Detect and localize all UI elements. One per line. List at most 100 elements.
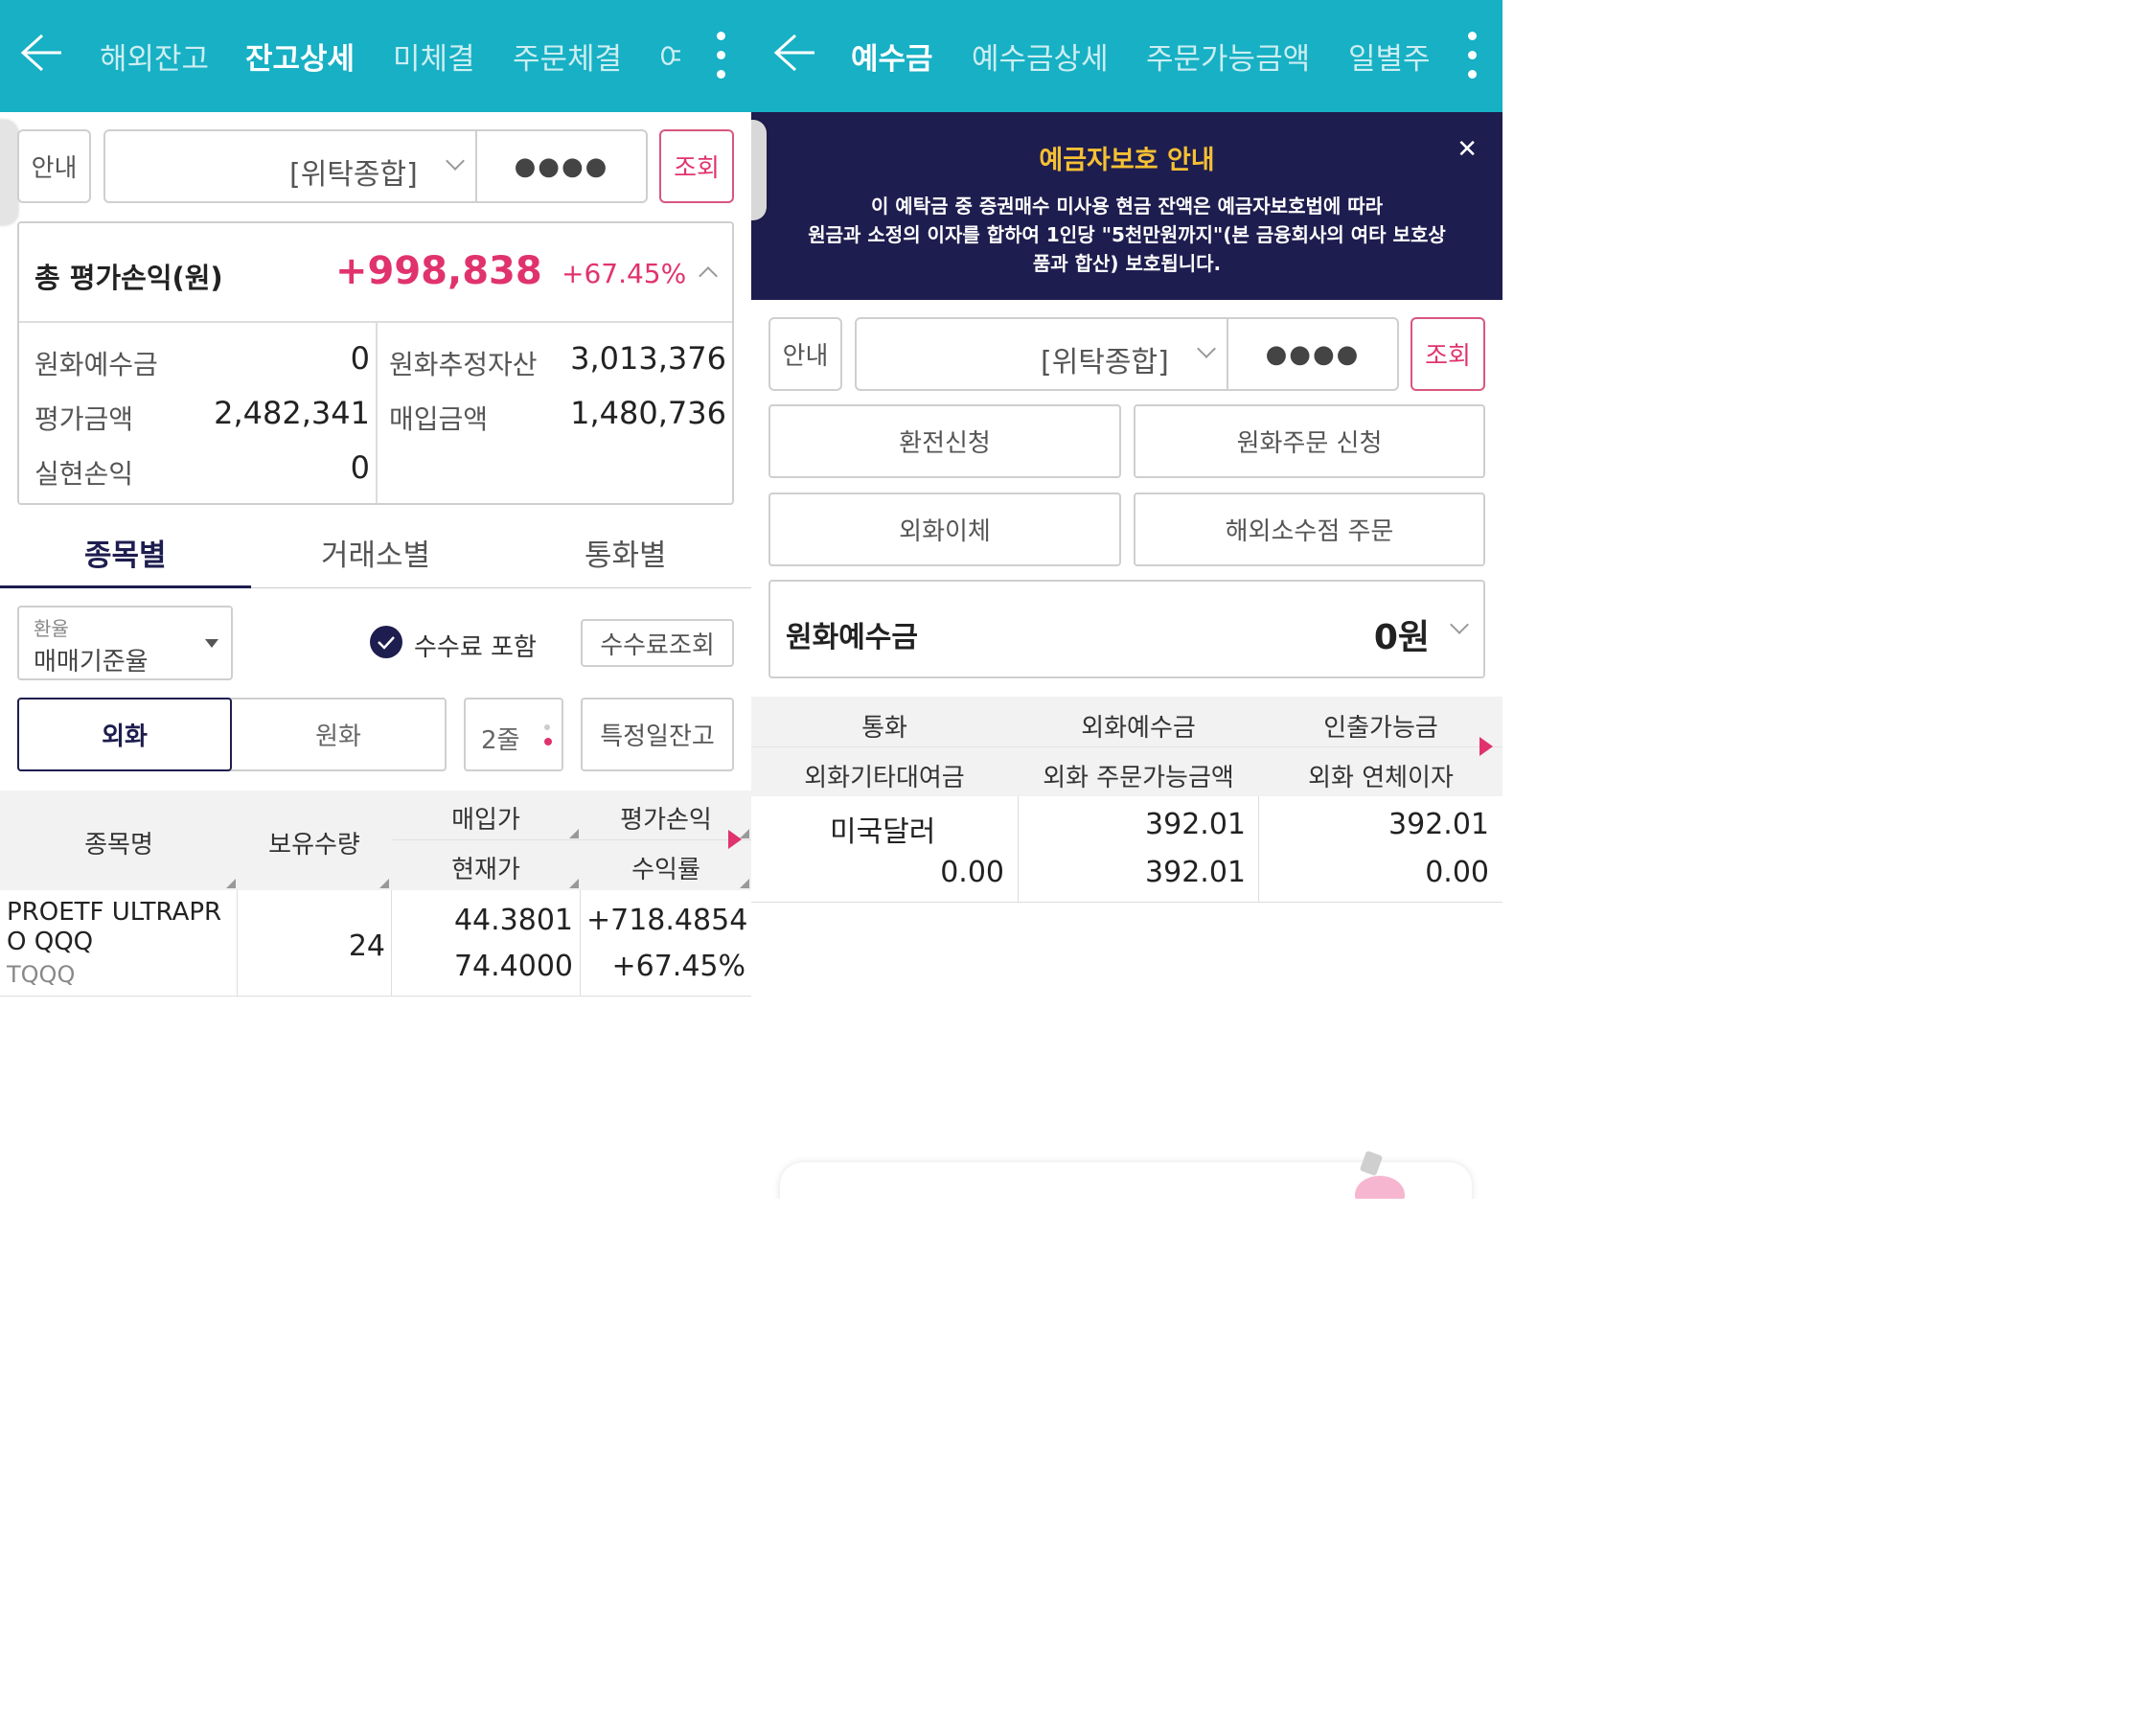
sort-icon[interactable] xyxy=(740,879,749,888)
side-drawer-handle[interactable] xyxy=(751,120,767,220)
krw-deposit-label: 원화예수금 xyxy=(34,349,158,380)
tab-by-currency[interactable]: 통화별 xyxy=(585,531,667,574)
password-field[interactable]: ●●●● xyxy=(475,129,648,203)
check-icon xyxy=(378,636,395,650)
exchange-rate-select[interactable]: 환율 매매기준율 xyxy=(17,606,233,680)
currency-name: 미국달러 xyxy=(830,815,936,849)
tab-daily[interactable]: 일별주 xyxy=(1348,34,1431,78)
currency-exchange-button[interactable]: 환전신청 xyxy=(768,404,1121,478)
krw-deposit-card[interactable]: 원화예수금 0원 xyxy=(768,580,1485,678)
krw-est-asset-value: 3,013,376 xyxy=(570,340,726,377)
divider xyxy=(393,839,751,840)
active-tab-indicator xyxy=(0,585,251,588)
tab-order-filled[interactable]: 주문체결 xyxy=(513,34,622,78)
account-type-label: [위탁종합] xyxy=(1041,346,1169,379)
header-foreign-deposit: 외화예수금 xyxy=(1081,714,1196,743)
header-currency: 통화 xyxy=(861,714,907,743)
stock-name: PROETF ULTRAPR xyxy=(7,898,222,927)
header-orderable: 외화 주문가능금액 xyxy=(1043,764,1234,792)
header-stock-name: 종목명 xyxy=(84,831,153,860)
tab-by-stock[interactable]: 종목별 xyxy=(84,531,167,574)
query-button[interactable]: 조회 xyxy=(1411,317,1485,391)
piggy-bank-icon xyxy=(1355,1176,1405,1199)
chevron-down-icon xyxy=(1197,339,1216,358)
summary-card: 총 평가손익(원) +998,838 +67.45% 원화예수금 0 원화추정자… xyxy=(17,221,734,505)
sort-icon[interactable] xyxy=(569,829,579,838)
divider xyxy=(391,890,392,996)
return-rate: +67.45% xyxy=(611,950,745,983)
sort-icon[interactable] xyxy=(569,879,579,888)
other-loan-value: 0.00 xyxy=(940,856,1004,889)
tab-deposit-detail[interactable]: 예수금상세 xyxy=(972,34,1109,78)
header-buy-price: 매입가 xyxy=(451,806,520,835)
dot-icon xyxy=(544,738,552,745)
tab-by-exchange[interactable]: 거래소별 xyxy=(321,531,430,574)
table-row[interactable]: PROETF ULTRAPR O QQQ TQQQ 24 44.3801 74.… xyxy=(0,890,751,997)
foreign-deposit-value: 392.01 xyxy=(1145,808,1246,841)
sort-icon[interactable] xyxy=(379,879,389,888)
tab-overseas-balance[interactable]: 해외잔고 xyxy=(100,34,209,78)
back-arrow-icon[interactable] xyxy=(17,32,65,74)
foreign-currency-toggle[interactable]: 외화 xyxy=(17,698,232,771)
tab-orderable-amount[interactable]: 주문가능금액 xyxy=(1146,34,1310,78)
account-select[interactable]: [위탁종합] xyxy=(855,317,1228,391)
back-arrow-icon[interactable] xyxy=(770,32,818,74)
tab-truncated[interactable]: 여 xyxy=(659,34,680,78)
krw-currency-toggle[interactable]: 원화 xyxy=(232,699,445,769)
foreign-transfer-button[interactable]: 외화이체 xyxy=(768,493,1121,566)
query-button[interactable]: 조회 xyxy=(659,129,734,203)
fee-include-checkbox[interactable] xyxy=(370,626,402,658)
header-withdrawable: 인출가능금 xyxy=(1323,714,1438,743)
info-button[interactable]: 안내 xyxy=(768,317,842,391)
header-overdue-interest: 외화 연체이자 xyxy=(1308,764,1454,792)
account-select[interactable]: [위탁종합] xyxy=(103,129,477,203)
specific-date-balance-button[interactable]: 특정일잔고 xyxy=(581,698,734,771)
current-price: 74.4000 xyxy=(453,950,573,983)
sort-icon[interactable] xyxy=(226,879,236,888)
table-row[interactable]: 미국달러 0.00 392.01 392.01 392.01 0.00 xyxy=(751,796,1502,903)
divider xyxy=(1018,796,1019,902)
row-mode-select[interactable]: 2줄 xyxy=(464,698,563,771)
purchase-amount-label: 매입금액 xyxy=(389,403,489,435)
chevron-down-icon xyxy=(446,151,465,171)
holdings-table-header: 종목명 보유수량 매입가 현재가 평가손익 수익률 xyxy=(0,791,751,890)
tab-balance-detail[interactable]: 잔고상세 xyxy=(245,34,355,78)
fee-query-button[interactable]: 수수료조회 xyxy=(581,619,734,667)
scroll-right-icon[interactable] xyxy=(1479,737,1493,756)
more-menu-icon[interactable] xyxy=(715,32,726,80)
header-other-loan: 외화기타대여금 xyxy=(804,764,965,792)
balance-detail-panel: 해외잔고 잔고상세 미체결 주문체결 여 안내 [위탁종합] ●●●● 조회 총… xyxy=(0,0,751,1199)
eval-amount-value: 2,482,341 xyxy=(214,395,370,431)
top-nav-bar: 해외잔고 잔고상세 미체결 주문체결 여 xyxy=(0,0,751,112)
holding-quantity: 24 xyxy=(348,929,385,963)
fractional-order-button[interactable]: 해외소수점 주문 xyxy=(1134,493,1485,566)
chevron-up-icon[interactable] xyxy=(699,266,718,286)
withdrawable-value: 392.01 xyxy=(1388,808,1489,841)
password-field[interactable]: ●●●● xyxy=(1227,317,1399,391)
promo-banner[interactable] xyxy=(780,1150,1472,1199)
side-drawer-handle[interactable] xyxy=(0,120,17,225)
info-button[interactable]: 안내 xyxy=(17,129,91,203)
account-type-label: [위탁종합] xyxy=(289,158,418,192)
header-pnl: 평가손익 xyxy=(620,806,712,835)
notice-title: 예금자보호 안내 xyxy=(1039,146,1215,175)
exchange-rate-value: 매매기준율 xyxy=(34,648,149,677)
tab-unfilled[interactable]: 미체결 xyxy=(393,34,475,78)
depositor-protection-notice: 예금자보호 안내 ✕ 이 예탁금 중 증권매수 미사용 현금 잔액은 예금자보호… xyxy=(751,112,1502,300)
eval-pnl: +718.4854 xyxy=(586,904,748,937)
divider xyxy=(751,746,1502,747)
header-quantity: 보유수량 xyxy=(268,831,360,860)
divider xyxy=(580,890,581,996)
divider xyxy=(237,890,238,996)
scroll-right-icon[interactable] xyxy=(728,830,742,849)
krw-order-request-button[interactable]: 원화주문 신청 xyxy=(1134,404,1485,478)
header-return-rate: 수익률 xyxy=(631,856,700,884)
tab-deposit[interactable]: 예수금 xyxy=(851,34,933,78)
more-menu-icon[interactable] xyxy=(1466,32,1478,80)
notice-text: 원금과 소정의 이자를 합하여 1인당 "5천만원까지"(본 금융회사의 여타 … xyxy=(808,223,1446,246)
top-nav-bar: 예수금 예수금상세 주문가능금액 일별주 xyxy=(751,0,1502,112)
exchange-rate-label: 환율 xyxy=(34,617,69,640)
krw-deposit-value: 0 xyxy=(350,340,370,377)
close-icon[interactable]: ✕ xyxy=(1456,135,1478,164)
foreign-deposit-table-header: 통화 외화예수금 인출가능금 외화기타대여금 외화 주문가능금액 외화 연체이자 xyxy=(751,697,1502,796)
